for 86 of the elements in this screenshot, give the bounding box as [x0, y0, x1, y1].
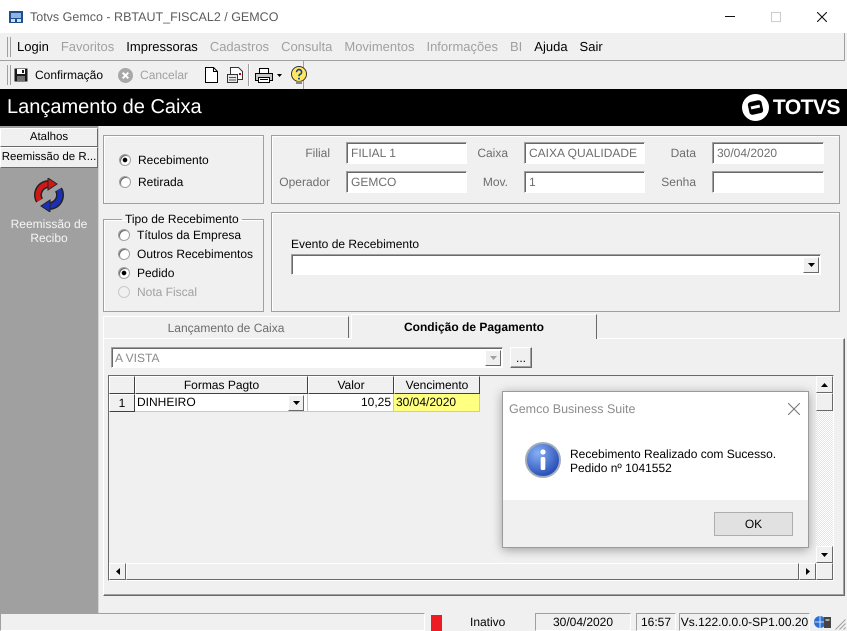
radio-button[interactable] — [119, 154, 131, 166]
field-label: Caixa — [476, 146, 509, 160]
up-arrow-icon — [821, 382, 828, 386]
dropdown-field[interactable] — [291, 254, 821, 275]
row-header[interactable]: 1 — [109, 394, 135, 412]
dropdown-cell[interactable]: DINHEIRO — [135, 394, 308, 412]
scroll-up-button[interactable] — [816, 376, 833, 393]
close-icon — [788, 402, 800, 414]
sidebar-section-button[interactable]: Reemissão de R... — [0, 147, 98, 168]
status-version: Vs.122.0.0.0-SP1.00.20 — [679, 613, 810, 631]
radio-label[interactable]: Recebimento — [138, 153, 209, 167]
left-arrow-icon — [116, 568, 120, 575]
scroll-down-button[interactable] — [816, 546, 833, 563]
tab[interactable]: Condição de Pagamento — [351, 314, 597, 339]
scroll-thumb[interactable] — [816, 393, 833, 411]
status-text: Inativo — [470, 614, 506, 631]
field-label: Operador — [278, 175, 331, 189]
text-field[interactable]: FILIAL 1 — [346, 142, 467, 164]
sidebar-section-button[interactable]: Atalhos — [0, 128, 98, 147]
column-header[interactable]: Vencimento — [394, 376, 480, 394]
close-button[interactable] — [788, 402, 800, 414]
screen-title: Lançamento de Caixa — [7, 96, 203, 119]
right-arrow-icon — [806, 568, 810, 575]
tab[interactable]: Lançamento de Caixa — [103, 316, 349, 338]
toolbar-button[interactable]: Confirmação — [11, 64, 106, 86]
caret-icon — [490, 356, 496, 360]
page-stack-icon[interactable] — [227, 67, 244, 83]
dialog-message: Recebimento Realizado com Sucesso. Pedido nº 1041552 — [570, 446, 776, 475]
column-header[interactable]: Formas Pagto — [135, 376, 308, 394]
field-label: Evento de Recebimento — [291, 237, 420, 251]
status-time: 16:57 — [636, 613, 676, 631]
radio-button[interactable] — [118, 248, 130, 260]
scroll-right-button[interactable] — [799, 563, 816, 580]
menu-item[interactable]: Login — [11, 38, 55, 56]
close-icon — [817, 12, 827, 22]
refresh-arrows-icon[interactable] — [33, 178, 65, 212]
menu-item[interactable]: Ajuda — [528, 38, 574, 56]
maximize-icon — [771, 12, 781, 22]
window-title: Totvs Gemco - RBTAUT_FISCAL2 / GEMCO — [30, 10, 280, 24]
info-icon — [525, 442, 561, 478]
dropdown-button[interactable] — [803, 256, 819, 272]
scroll-left-button[interactable] — [109, 563, 126, 580]
radio-label[interactable]: Outros Recebimentos — [137, 247, 254, 261]
caret-icon — [808, 262, 814, 266]
resize-grip-icon[interactable] — [835, 619, 846, 630]
field-label: Data — [670, 146, 697, 160]
blank-page-icon[interactable] — [205, 67, 218, 83]
help-icon[interactable] — [290, 66, 308, 84]
table-cell[interactable]: 30/04/2020 — [394, 394, 480, 412]
text-field[interactable]: CAIXA QUALIDADE — [524, 142, 645, 164]
field-label: Mov. — [482, 175, 509, 189]
ok-button[interactable]: OK — [714, 512, 793, 536]
text-field[interactable]: GEMCO — [346, 171, 467, 193]
down-arrow-icon — [821, 552, 828, 556]
radio-button[interactable] — [118, 229, 130, 241]
menu-grip[interactable] — [7, 36, 11, 56]
group-title: Tipo de Recebimento — [124, 212, 240, 226]
status-date: 30/04/2020 — [535, 613, 631, 631]
field-label: Filial — [304, 146, 331, 160]
radio-button[interactable] — [119, 176, 131, 188]
caret-icon[interactable] — [277, 74, 282, 76]
dialog-title: Gemco Business Suite — [509, 402, 636, 416]
dropdown-button[interactable] — [288, 394, 304, 410]
text-field[interactable] — [712, 171, 824, 193]
text-field[interactable]: 1 — [524, 171, 645, 193]
radio-label[interactable]: Títulos da Empresa — [137, 228, 242, 242]
menu-item[interactable]: Sair — [574, 38, 609, 56]
printer-icon[interactable] — [255, 68, 274, 82]
cancel-icon — [118, 68, 134, 82]
vertical-scrollbar[interactable] — [816, 376, 833, 563]
field-label: Senha — [660, 175, 697, 189]
text-field[interactable]: 30/04/2020 — [712, 142, 824, 164]
radio-button[interactable] — [118, 267, 130, 279]
toolbar-grip[interactable] — [7, 65, 11, 85]
globe-icon — [814, 615, 831, 629]
menu-item[interactable]: Impressoras — [120, 38, 204, 56]
radio-label[interactable]: Retirada — [138, 175, 184, 189]
minimize-icon — [725, 16, 735, 17]
more-button[interactable]: ... — [510, 347, 532, 368]
app-icon — [8, 8, 24, 24]
logo-icon — [742, 94, 769, 121]
radio-label[interactable]: Pedido — [137, 266, 174, 280]
logo-text: TOTVS — [772, 96, 840, 120]
table-cell[interactable]: 10,25 — [308, 394, 394, 412]
column-header[interactable]: Valor — [308, 376, 394, 394]
caret-icon — [292, 400, 300, 404]
